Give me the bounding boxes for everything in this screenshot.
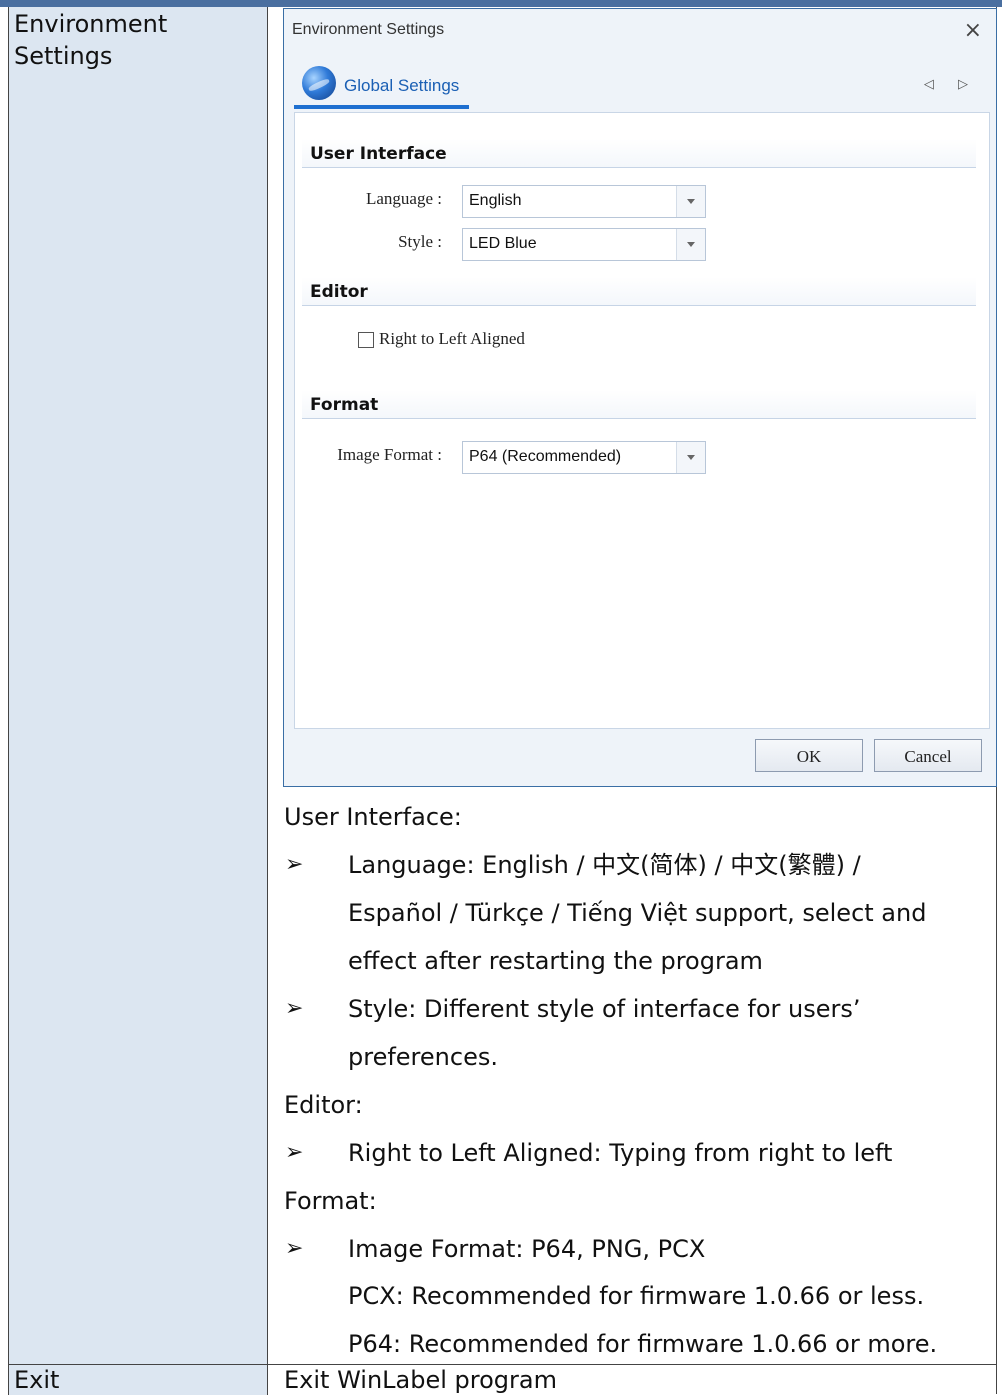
language-desc-line1: Language: English / 中文(简体) / 中文(繁體) / xyxy=(348,851,861,879)
language-desc-line2: Español / Türkçe / Tiếng Việt support, s… xyxy=(348,899,927,927)
tab-label: Global Settings xyxy=(344,76,460,95)
style-label: Style : xyxy=(398,232,442,251)
tab-scroll-arrows-icon[interactable]: ◁ ▷ xyxy=(924,77,978,92)
pcx-desc: PCX: Recommended for firmware 1.0.66 or … xyxy=(348,1282,925,1310)
rtl-checkbox[interactable] xyxy=(358,332,374,348)
language-value: English xyxy=(469,192,522,209)
chevron-down-icon[interactable] xyxy=(676,186,705,217)
tab-active-indicator xyxy=(294,105,469,109)
environment-settings-dialog: Environment Settings × Global Settings ◁… xyxy=(283,8,997,787)
chevron-down-icon[interactable] xyxy=(676,229,705,260)
editor-heading: Editor: xyxy=(284,1091,363,1119)
section-label: User Interface xyxy=(310,144,447,164)
section-label: Format xyxy=(310,395,379,415)
format-heading: Format: xyxy=(284,1187,377,1215)
ok-button[interactable]: OK xyxy=(755,739,863,772)
term-column xyxy=(8,7,268,1364)
chevron-down-icon[interactable] xyxy=(676,442,705,473)
section-format: Format xyxy=(302,390,976,419)
image-format-desc: Image Format: P64, PNG, PCX xyxy=(348,1235,706,1263)
bullet-arrow-icon: ➢ xyxy=(285,996,304,1021)
style-value: LED Blue xyxy=(469,235,537,252)
table-top-border xyxy=(0,0,1002,7)
rtl-checkbox-label[interactable]: Right to Left Aligned xyxy=(379,329,525,349)
p64-desc: P64: Recommended for firmware 1.0.66 or … xyxy=(348,1330,938,1358)
exit-desc: Exit WinLabel program xyxy=(284,1366,557,1394)
language-desc-line3: effect after restarting the program xyxy=(348,947,763,975)
image-format-label: Image Format : xyxy=(337,445,442,464)
term-environment-line1: Environment xyxy=(14,10,168,38)
close-icon[interactable]: × xyxy=(964,18,982,43)
image-format-value: P64 (Recommended) xyxy=(469,448,622,465)
section-user-interface: User Interface xyxy=(302,139,976,168)
bullet-arrow-icon: ➢ xyxy=(285,1140,304,1165)
term-exit: Exit xyxy=(14,1366,60,1394)
cancel-button[interactable]: Cancel xyxy=(874,739,982,772)
dialog-title: Environment Settings xyxy=(292,21,445,38)
language-label: Language : xyxy=(366,189,442,208)
section-label: Editor xyxy=(310,282,368,302)
section-editor: Editor xyxy=(302,277,976,306)
ui-heading: User Interface: xyxy=(284,803,462,831)
rtl-desc: Right to Left Aligned: Typing from right… xyxy=(348,1139,893,1167)
term-environment-line2: Settings xyxy=(14,42,113,70)
globe-icon xyxy=(302,66,336,100)
style-desc-line1: Style: Different style of interface for … xyxy=(348,995,861,1023)
image-format-select[interactable]: P64 (Recommended) xyxy=(462,441,706,474)
style-select[interactable]: LED Blue xyxy=(462,228,706,261)
style-desc-line2: preferences. xyxy=(348,1043,498,1071)
bullet-arrow-icon: ➢ xyxy=(285,1236,304,1261)
language-select[interactable]: English xyxy=(462,185,706,218)
tab-global-settings[interactable]: Global Settings xyxy=(294,64,469,110)
bullet-arrow-icon: ➢ xyxy=(285,852,304,877)
